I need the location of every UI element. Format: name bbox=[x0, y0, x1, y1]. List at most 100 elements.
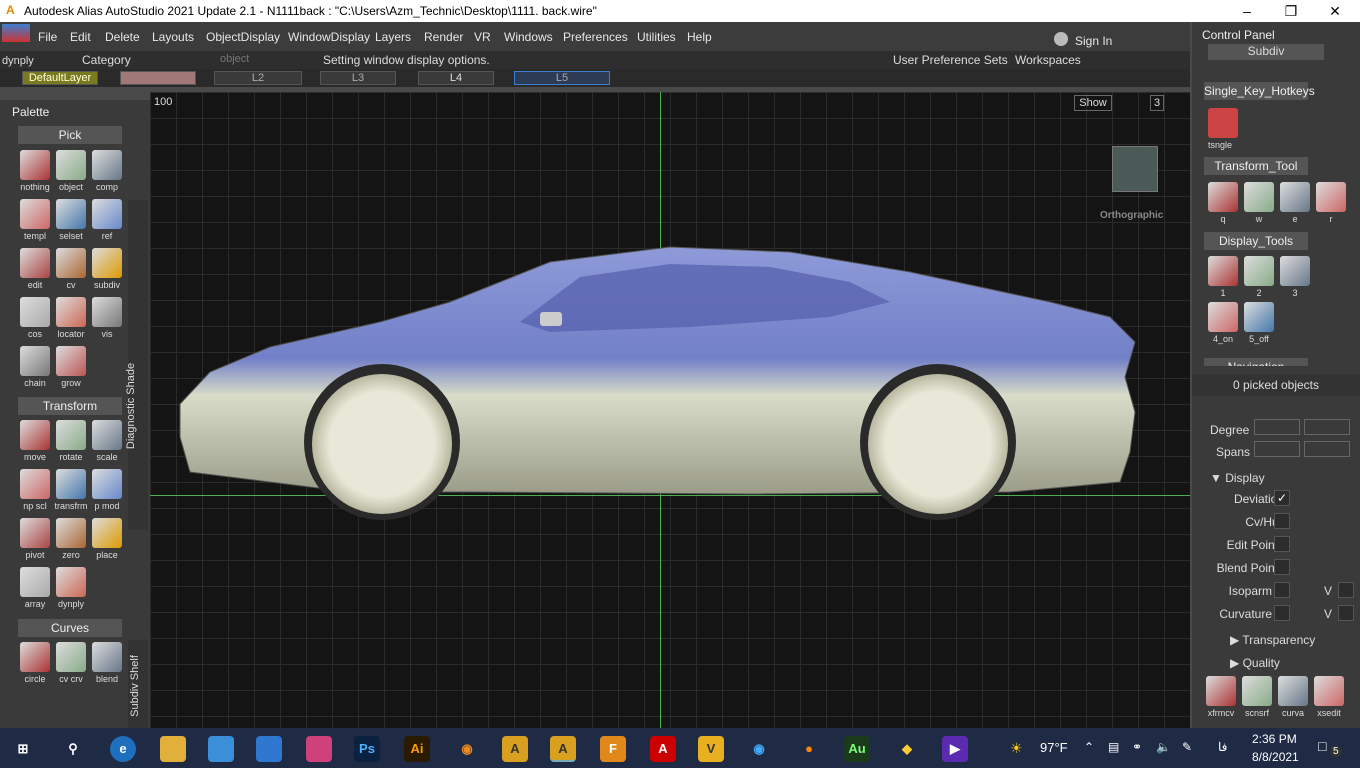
maximize-button[interactable]: ❐ bbox=[1268, 0, 1314, 22]
alias-icon[interactable]: A bbox=[502, 736, 528, 762]
tool-rotate[interactable]: rotate bbox=[54, 420, 88, 462]
tool-object[interactable]: object bbox=[54, 150, 88, 192]
clock-time[interactable]: 2:36 PM bbox=[1252, 732, 1297, 746]
option-checkbox[interactable] bbox=[1274, 536, 1290, 552]
dynply-icon[interactable] bbox=[2, 24, 30, 42]
firefox-icon[interactable]: ● bbox=[796, 736, 822, 762]
media-icon[interactable]: ▶ bbox=[942, 736, 968, 762]
spans-field[interactable] bbox=[1254, 441, 1300, 457]
menu-edit[interactable]: Edit bbox=[70, 30, 91, 44]
layer-l4[interactable]: L4 bbox=[418, 71, 494, 85]
tool-pivot[interactable]: pivot bbox=[18, 518, 52, 560]
temperature[interactable]: 97°F bbox=[1040, 740, 1068, 755]
option-checkbox[interactable]: ✓ bbox=[1274, 490, 1290, 506]
workspaces-button[interactable]: Workspaces bbox=[1015, 53, 1081, 67]
menu-layouts[interactable]: Layouts bbox=[152, 30, 194, 44]
tool-array[interactable]: array bbox=[18, 567, 52, 609]
store-icon[interactable] bbox=[208, 736, 234, 762]
transform-tool-shelf[interactable]: Transform_Tool bbox=[1204, 157, 1308, 175]
category-label[interactable]: Category bbox=[82, 53, 131, 67]
illustrator-icon[interactable]: Ai bbox=[404, 736, 430, 762]
tool-np-scl[interactable]: np scl bbox=[18, 469, 52, 511]
search-icon[interactable]: ⚲ bbox=[60, 736, 86, 762]
network-icon[interactable]: ▤ bbox=[1108, 740, 1119, 754]
tool-cv-crv[interactable]: cv crv bbox=[54, 642, 88, 684]
photoshop-icon[interactable]: Ps bbox=[354, 736, 380, 762]
tool-r[interactable]: r bbox=[1314, 182, 1348, 224]
menu-objectdisplay[interactable]: ObjectDisplay bbox=[206, 30, 280, 44]
menu-delete[interactable]: Delete bbox=[105, 30, 140, 44]
tray-chevron-icon[interactable]: ⌃ bbox=[1084, 740, 1094, 754]
tool-cos[interactable]: cos bbox=[18, 297, 52, 339]
tool-ref[interactable]: ref bbox=[90, 199, 124, 241]
display-tools-shelf[interactable]: Display_Tools bbox=[1204, 232, 1308, 250]
spans-field-2[interactable] bbox=[1304, 441, 1350, 457]
tool-dynply[interactable]: dynply bbox=[54, 567, 88, 609]
app-circle-icon[interactable]: ◉ bbox=[746, 736, 772, 762]
tool-blend[interactable]: blend bbox=[90, 642, 124, 684]
display-section-toggle[interactable]: ▼ Display bbox=[1210, 471, 1265, 485]
tool-zero[interactable]: zero bbox=[54, 518, 88, 560]
tool-subdiv[interactable]: subdiv bbox=[90, 248, 124, 290]
tool-w[interactable]: w bbox=[1242, 182, 1276, 224]
close-button[interactable]: ✕ bbox=[1312, 0, 1358, 22]
layer-default[interactable]: DefaultLayer bbox=[22, 71, 98, 85]
tool-scnsrf[interactable]: scnsrf bbox=[1240, 676, 1274, 718]
tool-e[interactable]: e bbox=[1278, 182, 1312, 224]
tsngle-icon[interactable] bbox=[1208, 108, 1238, 138]
layer-l5[interactable]: L5 bbox=[514, 71, 610, 85]
tool-3[interactable]: 3 bbox=[1278, 256, 1312, 298]
clock-date[interactable]: 8/8/2021 bbox=[1252, 750, 1299, 764]
tool-circle[interactable]: circle bbox=[18, 642, 52, 684]
globe-icon[interactable]: ⚭ bbox=[1132, 740, 1142, 754]
tool-vis[interactable]: vis bbox=[90, 297, 124, 339]
diagnostic-shade-shelf[interactable]: Diagnostic Shade bbox=[125, 200, 148, 530]
tool-chain[interactable]: chain bbox=[18, 346, 52, 388]
tool-nothing[interactable]: nothing bbox=[18, 150, 52, 192]
tool-p-mod[interactable]: p mod bbox=[90, 469, 124, 511]
tool-scale[interactable]: scale bbox=[90, 420, 124, 462]
acrobat-icon[interactable]: A bbox=[650, 736, 676, 762]
hotkeys-shelf[interactable]: Single_Key_Hotkeys bbox=[1204, 82, 1315, 100]
tool-comp[interactable]: comp bbox=[90, 150, 124, 192]
menu-vr[interactable]: VR bbox=[474, 30, 491, 44]
picked-objects[interactable]: 0 picked objects bbox=[1192, 374, 1360, 396]
user-preference-sets-button[interactable]: User Preference Sets bbox=[893, 53, 1008, 67]
tool-q[interactable]: q bbox=[1206, 182, 1240, 224]
menu-help[interactable]: Help bbox=[687, 30, 712, 44]
car-model[interactable] bbox=[150, 92, 1190, 728]
object-field[interactable]: object bbox=[220, 53, 249, 65]
pen-icon[interactable]: ✎ bbox=[1182, 740, 1192, 754]
tool-move[interactable]: move bbox=[18, 420, 52, 462]
menu-windowdisplay[interactable]: WindowDisplay bbox=[288, 30, 370, 44]
volume-icon[interactable]: 🔈 bbox=[1156, 740, 1171, 754]
edge-icon[interactable]: e bbox=[110, 736, 136, 762]
app-f-icon[interactable]: F bbox=[600, 736, 626, 762]
viewport[interactable]: 100 Show 3 Orthographic bbox=[150, 92, 1190, 728]
option-checkbox-v[interactable] bbox=[1338, 605, 1354, 621]
menu-file[interactable]: File bbox=[38, 30, 57, 44]
pick-section[interactable]: Pick bbox=[18, 126, 122, 144]
mail-icon[interactable] bbox=[256, 736, 282, 762]
menu-windows[interactable]: Windows bbox=[504, 30, 553, 44]
tool-templ[interactable]: templ bbox=[18, 199, 52, 241]
navigation-shelf[interactable]: Navigation bbox=[1204, 358, 1308, 366]
transform-section[interactable]: Transform bbox=[18, 397, 122, 415]
tool-4-on[interactable]: 4_on bbox=[1206, 302, 1240, 344]
layer-l1[interactable]: L1 bbox=[120, 71, 196, 85]
layer-l2[interactable]: L2 bbox=[214, 71, 302, 85]
menu-utilities[interactable]: Utilities bbox=[637, 30, 676, 44]
tool-selset[interactable]: selset bbox=[54, 199, 88, 241]
notification-icon[interactable]: □ bbox=[1318, 738, 1326, 754]
layer-l3[interactable]: L3 bbox=[320, 71, 396, 85]
tool-2[interactable]: 2 bbox=[1242, 256, 1276, 298]
tool-place[interactable]: place bbox=[90, 518, 124, 560]
app-diamond-icon[interactable]: ◆ bbox=[894, 736, 920, 762]
transparency-toggle[interactable]: ▶ Transparency bbox=[1230, 633, 1315, 647]
subdiv-dropdown[interactable]: Subdiv bbox=[1208, 44, 1324, 60]
tool-1[interactable]: 1 bbox=[1206, 256, 1240, 298]
tool-locator[interactable]: locator bbox=[54, 297, 88, 339]
audition-icon[interactable]: Au bbox=[844, 736, 870, 762]
quality-toggle[interactable]: ▶ Quality bbox=[1230, 656, 1280, 670]
tool-5-off[interactable]: 5_off bbox=[1242, 302, 1276, 344]
